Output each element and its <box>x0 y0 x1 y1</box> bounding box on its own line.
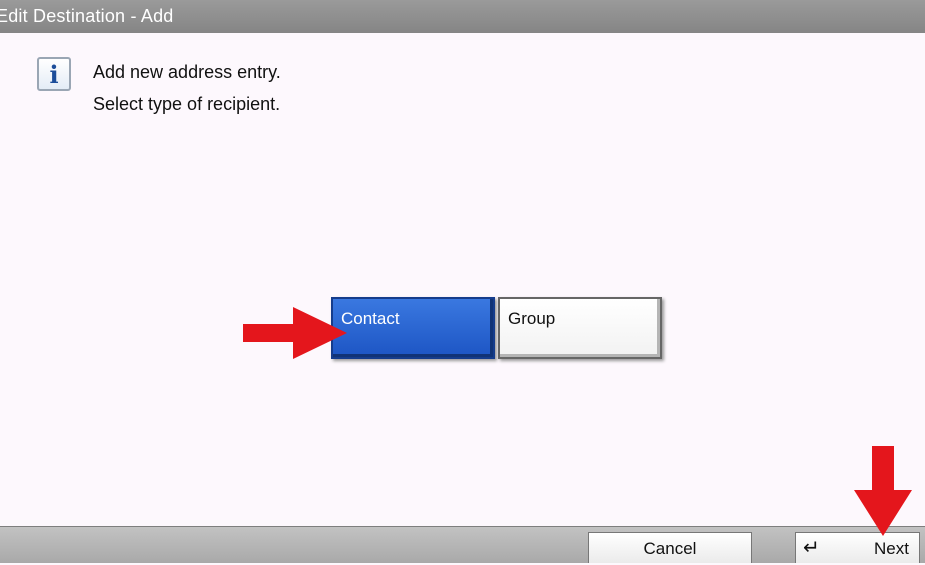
bottom-bar <box>0 526 925 563</box>
message-line-1: Add new address entry. <box>93 62 281 82</box>
enter-icon: ↵ <box>803 537 820 559</box>
message-line-2: Select type of recipient. <box>93 94 281 114</box>
group-button[interactable]: Group <box>498 297 662 359</box>
info-icon: i <box>37 57 71 91</box>
cancel-button[interactable]: Cancel <box>588 532 752 563</box>
contact-button[interactable]: Contact <box>331 297 495 359</box>
window-title: Edit Destination - Add <box>0 0 925 33</box>
down-arrow-annotation <box>854 446 912 536</box>
right-arrow-annotation <box>243 307 347 359</box>
